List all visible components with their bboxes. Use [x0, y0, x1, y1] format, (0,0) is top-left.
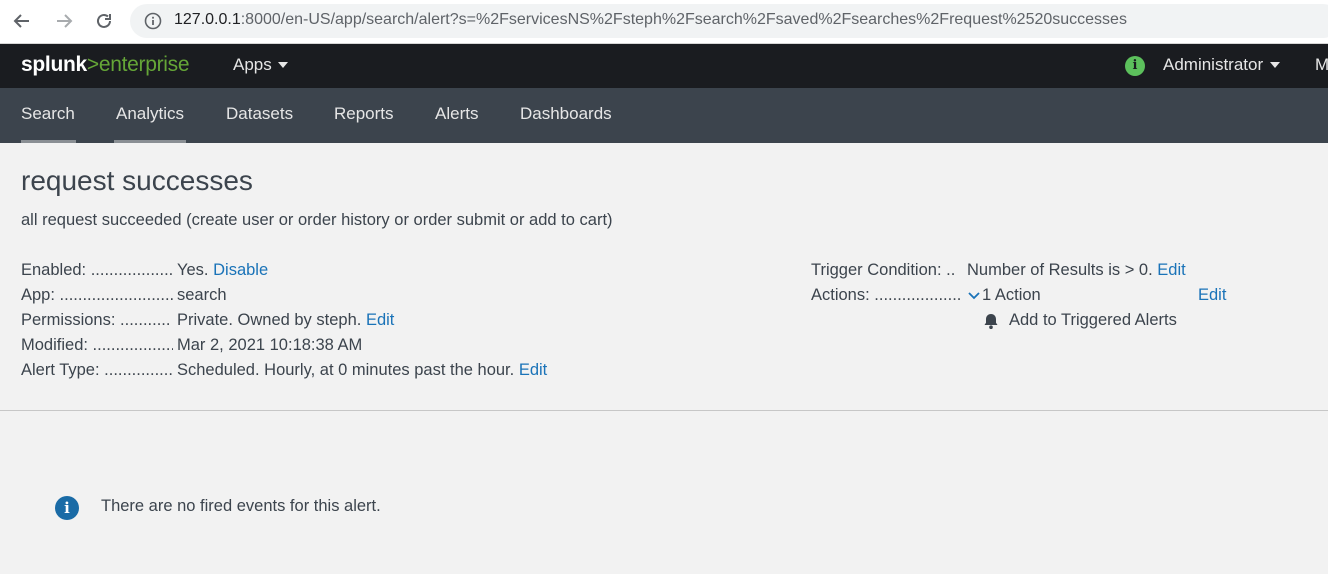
alert-description: all request succeeded (create user or or… [21, 211, 613, 229]
tab-analytics-underline [114, 140, 186, 143]
tab-search-underline [21, 140, 76, 143]
url-path: :8000/en-US/app/search/alert?s=%2Fservic… [240, 11, 1127, 28]
app-nav-bar: Search Analytics Datasets Reports Alerts… [0, 88, 1328, 143]
info-icon: i [55, 496, 79, 520]
section-divider [0, 410, 1328, 411]
page-title: request successes [21, 165, 253, 196]
admin-menu-label: Administrator [1163, 55, 1264, 74]
detail-label: Trigger Condition: .. [811, 261, 956, 279]
apps-menu[interactable]: Apps [233, 55, 288, 75]
detail-value: Number of Results is > 0. Edit [967, 261, 1186, 280]
back-button[interactable] [10, 9, 34, 33]
logo-splunk-text: splunk [21, 53, 87, 76]
detail-alert-type: Alert Type: ................ Scheduled. … [21, 361, 761, 383]
messages-menu[interactable]: M [1315, 55, 1328, 75]
alert-type-value: Scheduled. Hourly, at 0 minutes past the… [177, 361, 515, 379]
modified-value: Mar 2, 2021 10:18:38 AM [177, 336, 363, 354]
detail-value: Private. Owned by steph. Edit [177, 311, 394, 330]
url-host: 127.0.0.1 [174, 11, 241, 28]
site-info-icon[interactable] [144, 12, 162, 30]
action-item-label: Add to Triggered Alerts [1009, 311, 1177, 329]
detail-trigger-condition: Trigger Condition: .. Number of Results … [811, 261, 1261, 283]
tab-alerts[interactable]: Alerts [435, 104, 478, 124]
edit-actions-link[interactable]: Edit [1198, 286, 1226, 305]
disable-link[interactable]: Disable [213, 261, 268, 279]
logo-chevron: > [86, 53, 99, 76]
edit-alert-type-link[interactable]: Edit [519, 361, 547, 379]
browser-toolbar: 127.0.0.1:8000/en-US/app/search/alert?s=… [0, 0, 1328, 44]
detail-value: Yes. Disable [177, 261, 268, 280]
app-value: search [177, 286, 227, 304]
arrow-left-icon [13, 14, 29, 28]
detail-enabled: Enabled: ................... Yes. Disabl… [21, 261, 761, 283]
caret-down-icon [1270, 62, 1281, 68]
action-item: Add to Triggered Alerts [1009, 311, 1269, 333]
no-events-message: There are no fired events for this alert… [101, 497, 381, 515]
forward-button[interactable] [52, 9, 76, 33]
edit-permissions-link[interactable]: Edit [366, 311, 394, 329]
tab-reports[interactable]: Reports [334, 104, 394, 124]
enabled-value: Yes. [177, 261, 209, 279]
apps-menu-label: Apps [233, 55, 272, 74]
tab-search[interactable]: Search [21, 104, 75, 124]
health-status-icon[interactable]: i [1125, 56, 1145, 76]
bell-icon [984, 314, 998, 329]
reload-button[interactable] [92, 9, 116, 33]
trigger-value: Number of Results is > 0. [967, 261, 1153, 279]
admin-menu[interactable]: Administrator [1163, 55, 1281, 75]
arrow-right-icon [57, 14, 73, 28]
detail-label: Actions: .................... [811, 286, 961, 304]
address-bar[interactable]: 127.0.0.1:8000/en-US/app/search/alert?s=… [130, 4, 1328, 38]
detail-label: Alert Type: ................ [21, 361, 173, 379]
detail-label: Modified: .................. [21, 336, 173, 354]
chevron-down-icon[interactable] [967, 290, 981, 302]
splunk-logo[interactable]: splunk>enterprise [21, 53, 190, 77]
tab-dashboards[interactable]: Dashboards [520, 104, 612, 124]
detail-label: Permissions: ........... [21, 311, 171, 329]
detail-actions: Actions: .................... 1 Action E… [811, 286, 1261, 308]
caret-down-icon [277, 62, 288, 68]
tab-datasets[interactable]: Datasets [226, 104, 293, 124]
permissions-value: Private. Owned by steph. [177, 311, 362, 329]
detail-permissions: Permissions: ........... Private. Owned … [21, 311, 761, 333]
url-text[interactable]: 127.0.0.1:8000/en-US/app/search/alert?s=… [174, 11, 1127, 29]
detail-modified: Modified: .................. Mar 2, 2021… [21, 336, 761, 358]
tab-analytics[interactable]: Analytics [116, 104, 184, 124]
reload-icon [97, 13, 111, 28]
splunk-top-bar: splunk>enterprise Apps i Administrator M [0, 44, 1328, 88]
detail-app: App: .......................... search [21, 286, 761, 308]
detail-label: App: .......................... [21, 286, 173, 304]
detail-label: Enabled: ................... [21, 261, 173, 279]
edit-trigger-link[interactable]: Edit [1157, 261, 1185, 279]
actions-toggle[interactable]: 1 Action [982, 286, 1041, 305]
logo-enterprise-text: enterprise [98, 53, 190, 76]
detail-value: Scheduled. Hourly, at 0 minutes past the… [177, 361, 547, 380]
